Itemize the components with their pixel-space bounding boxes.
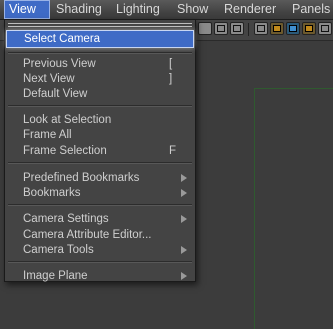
- menu-item-bookmarks[interactable]: Bookmarks: [6, 185, 194, 201]
- submenu-arrow-icon: [181, 246, 187, 254]
- shortcut-label: [: [169, 58, 173, 70]
- menu-panels[interactable]: Panels: [288, 0, 333, 19]
- menu-item-frame-selection[interactable]: Frame Selection F: [6, 143, 194, 159]
- smooth-shade-icon[interactable]: [270, 22, 284, 35]
- textured-icon[interactable]: [286, 22, 300, 35]
- menu-divider: [8, 105, 192, 107]
- menu-item-next-view[interactable]: Next View ]: [6, 71, 194, 87]
- menu-item-frame-all[interactable]: Frame All: [6, 127, 194, 143]
- menu-item-label: Predefined Bookmarks: [23, 172, 140, 184]
- menu-item-predefined-bookmarks[interactable]: Predefined Bookmarks: [6, 170, 194, 186]
- viewport-resolution-gate: [254, 88, 333, 329]
- lighting-icon[interactable]: [302, 22, 316, 35]
- shortcut-label: F: [169, 145, 177, 157]
- camera-attribute-icon[interactable]: [198, 22, 212, 35]
- menu-item-label: Next View: [23, 73, 75, 85]
- menu-item-select-camera[interactable]: Select Camera: [6, 30, 194, 48]
- menu-item-label: Frame Selection: [23, 145, 107, 157]
- view-dropdown-menu: Select Camera Previous View [ Next View …: [4, 19, 196, 282]
- toolbar-separator: [248, 23, 249, 36]
- menu-item-camera-tools[interactable]: Camera Tools: [6, 242, 194, 258]
- wireframe-icon[interactable]: [254, 22, 268, 35]
- menu-show[interactable]: Show: [173, 0, 212, 19]
- menu-item-image-plane[interactable]: Image Plane: [6, 268, 194, 284]
- menu-item-label: Camera Settings: [23, 213, 109, 225]
- menu-item-label: Camera Attribute Editor...: [23, 229, 152, 241]
- submenu-arrow-icon: [181, 189, 187, 197]
- menu-item-label: Default View: [23, 88, 88, 100]
- menu-item-label: Bookmarks: [23, 187, 81, 199]
- menu-item-label: Image Plane: [23, 270, 88, 282]
- menu-item-label: Previous View: [23, 58, 96, 70]
- menu-divider: [8, 204, 192, 206]
- submenu-arrow-icon: [181, 272, 187, 280]
- submenu-arrow-icon: [181, 174, 187, 182]
- xray-icon[interactable]: [318, 22, 332, 35]
- menu-item-label: Look at Selection: [23, 114, 112, 126]
- grid-icon[interactable]: [214, 22, 228, 35]
- menu-item-label: Camera Tools: [23, 244, 94, 256]
- tearoff-handle[interactable]: [8, 23, 192, 27]
- menu-item-look-at-selection[interactable]: Look at Selection: [6, 112, 194, 128]
- menu-bar: View Shading Lighting Show Renderer Pane…: [0, 0, 333, 20]
- menu-view[interactable]: View: [4, 0, 50, 19]
- shortcut-label: ]: [169, 73, 173, 85]
- menu-item-label: Select Camera: [24, 33, 101, 45]
- submenu-arrow-icon: [181, 215, 187, 223]
- menu-shading[interactable]: Shading: [52, 0, 106, 19]
- menu-item-camera-attribute-editor[interactable]: Camera Attribute Editor...: [6, 227, 194, 243]
- menu-item-label: Frame All: [23, 129, 72, 141]
- menu-item-default-view[interactable]: Default View: [6, 86, 194, 102]
- menu-divider: [8, 261, 192, 263]
- menu-renderer[interactable]: Renderer: [220, 0, 280, 19]
- menu-divider: [8, 162, 192, 164]
- menu-item-camera-settings[interactable]: Camera Settings: [6, 211, 194, 227]
- film-gate-icon[interactable]: [230, 22, 244, 35]
- menu-divider: [8, 52, 192, 54]
- menu-lighting[interactable]: Lighting: [112, 0, 164, 19]
- menu-item-previous-view[interactable]: Previous View [: [6, 56, 194, 72]
